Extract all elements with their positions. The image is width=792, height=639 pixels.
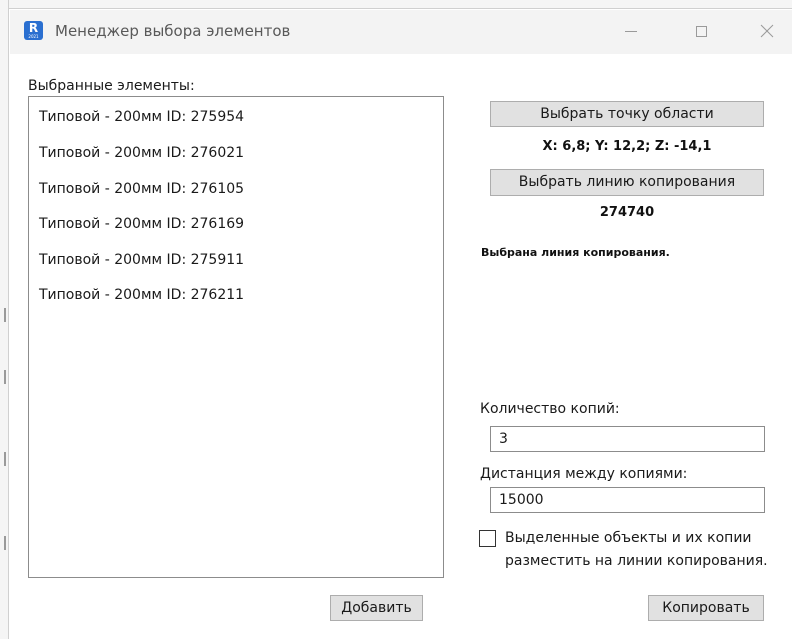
copy-line-status: Выбрана линия копирования. <box>481 246 670 259</box>
app-icon: R 2021 <box>24 21 43 40</box>
title-bar[interactable]: R 2021 Менеджер выбора элементов <box>10 10 792 54</box>
close-icon <box>760 24 774 38</box>
place-on-line-label-line1[interactable]: Выделенные объекты и их копии <box>505 528 752 548</box>
app-icon-letter: R <box>28 21 39 35</box>
window-title: Менеджер выбора элементов <box>55 22 291 40</box>
minimize-button[interactable] <box>613 18 649 44</box>
list-item[interactable]: Типовой - 200мм ID: 275911 <box>39 251 244 269</box>
list-item[interactable]: Типовой - 200мм ID: 276105 <box>39 180 244 198</box>
add-button[interactable]: Добавить <box>330 595 423 621</box>
selected-elements-list[interactable]: Типовой - 200мм ID: 275954 Типовой - 200… <box>28 96 444 578</box>
maximize-icon <box>696 26 707 37</box>
frame-tick <box>4 308 6 322</box>
frame-tick <box>4 370 6 384</box>
copy-count-label: Количество копий: <box>480 401 620 417</box>
minimize-icon <box>625 31 637 32</box>
select-area-point-button[interactable]: Выбрать точку области <box>490 101 764 127</box>
select-copy-line-button[interactable]: Выбрать линию копирования <box>490 169 764 196</box>
outer-frame-left <box>0 0 9 639</box>
list-item[interactable]: Типовой - 200мм ID: 276021 <box>39 144 244 162</box>
frame-tick <box>4 452 6 466</box>
place-on-line-checkbox[interactable] <box>479 530 496 547</box>
copy-distance-input[interactable] <box>490 487 765 513</box>
list-item[interactable]: Типовой - 200мм ID: 276211 <box>39 286 244 304</box>
dialog-content: Выбранные элементы: Типовой - 200мм ID: … <box>10 54 792 639</box>
outer-frame-top <box>0 0 792 9</box>
area-point-coordinates: X: 6,8; Y: 12,2; Z: -14,1 <box>542 139 712 154</box>
copy-button[interactable]: Копировать <box>648 595 764 621</box>
selected-elements-label: Выбранные элементы: <box>28 78 195 94</box>
maximize-button[interactable] <box>683 18 719 44</box>
frame-tick <box>4 536 6 550</box>
copy-line-id: 274740 <box>599 205 655 220</box>
list-item[interactable]: Типовой - 200мм ID: 276169 <box>39 215 244 233</box>
copy-distance-label: Дистанция между копиями: <box>480 466 688 482</box>
list-item[interactable]: Типовой - 200мм ID: 275954 <box>39 108 244 126</box>
copy-count-input[interactable] <box>490 426 765 452</box>
place-on-line-label-line2[interactable]: разместить на линии копирования. <box>505 551 768 571</box>
app-icon-version: 2021 <box>28 34 39 39</box>
close-button[interactable] <box>749 18 785 44</box>
